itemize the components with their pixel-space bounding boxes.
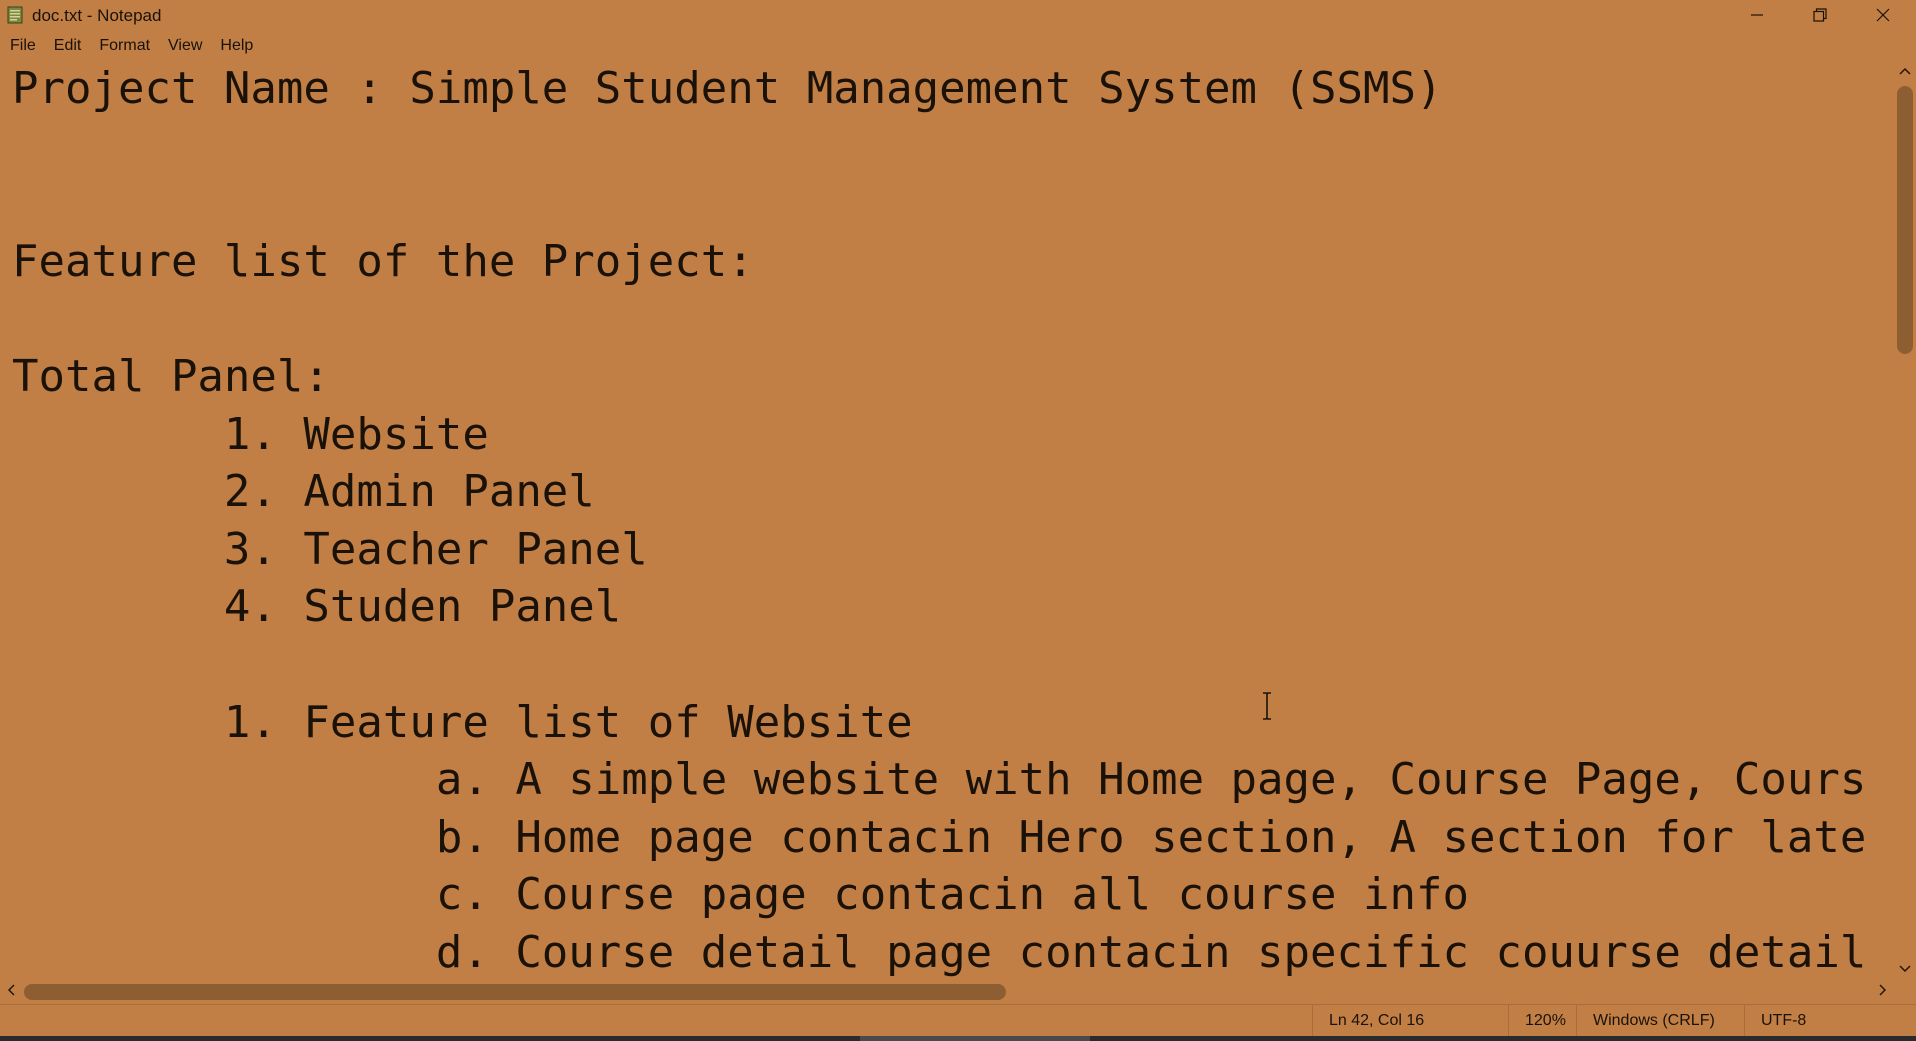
vertical-scrollbar[interactable]: [1894, 60, 1916, 980]
menu-edit[interactable]: Edit: [45, 33, 91, 59]
status-bar: Ln 42, Col 16 120% Windows (CRLF) UTF-8: [0, 1004, 1916, 1037]
vertical-scroll-thumb[interactable]: [1897, 86, 1913, 354]
horizontal-scrollbar[interactable]: [0, 980, 1894, 1004]
scrollbar-corner: [1894, 980, 1916, 1004]
taskbar-segment: [860, 1036, 1090, 1041]
encoding: UTF-8: [1744, 1005, 1916, 1037]
taskbar-edge: [0, 1036, 1916, 1041]
notepad-icon: [6, 6, 24, 24]
title-bar[interactable]: doc.txt - Notepad: [0, 0, 1916, 32]
chevron-left-icon: [7, 983, 15, 1001]
menu-bar: File Edit Format View Help: [0, 33, 1916, 59]
document-text[interactable]: Project Name : Simple Student Management…: [12, 60, 1866, 980]
menu-file[interactable]: File: [0, 33, 45, 59]
text-editor[interactable]: Project Name : Simple Student Management…: [0, 60, 1894, 980]
scroll-up-button[interactable]: [1894, 60, 1916, 82]
menu-help[interactable]: Help: [211, 33, 262, 59]
zoom-level: 120%: [1508, 1005, 1585, 1037]
scroll-left-button[interactable]: [0, 980, 22, 1004]
chevron-right-icon: [1879, 983, 1887, 1001]
horizontal-scroll-thumb[interactable]: [24, 984, 1006, 1000]
restore-icon: [1813, 8, 1827, 22]
i-beam-cursor-icon: [1259, 691, 1275, 721]
minimize-button[interactable]: [1726, 0, 1788, 30]
window-title: doc.txt - Notepad: [32, 6, 162, 25]
cursor-position: Ln 42, Col 16: [1312, 1005, 1509, 1037]
restore-button[interactable]: [1789, 0, 1851, 30]
minimize-icon: [1750, 8, 1764, 22]
chevron-down-icon: [1899, 960, 1911, 978]
menu-view[interactable]: View: [159, 33, 211, 59]
scroll-down-button[interactable]: [1894, 958, 1916, 980]
chevron-up-icon: [1899, 62, 1911, 80]
notepad-window: doc.txt - Notepad File Edit Format View …: [0, 0, 1916, 1041]
menu-format[interactable]: Format: [90, 33, 159, 59]
close-icon: [1876, 8, 1890, 22]
line-ending: Windows (CRLF): [1576, 1005, 1743, 1037]
close-button[interactable]: [1852, 0, 1914, 30]
scroll-right-button[interactable]: [1872, 980, 1894, 1004]
